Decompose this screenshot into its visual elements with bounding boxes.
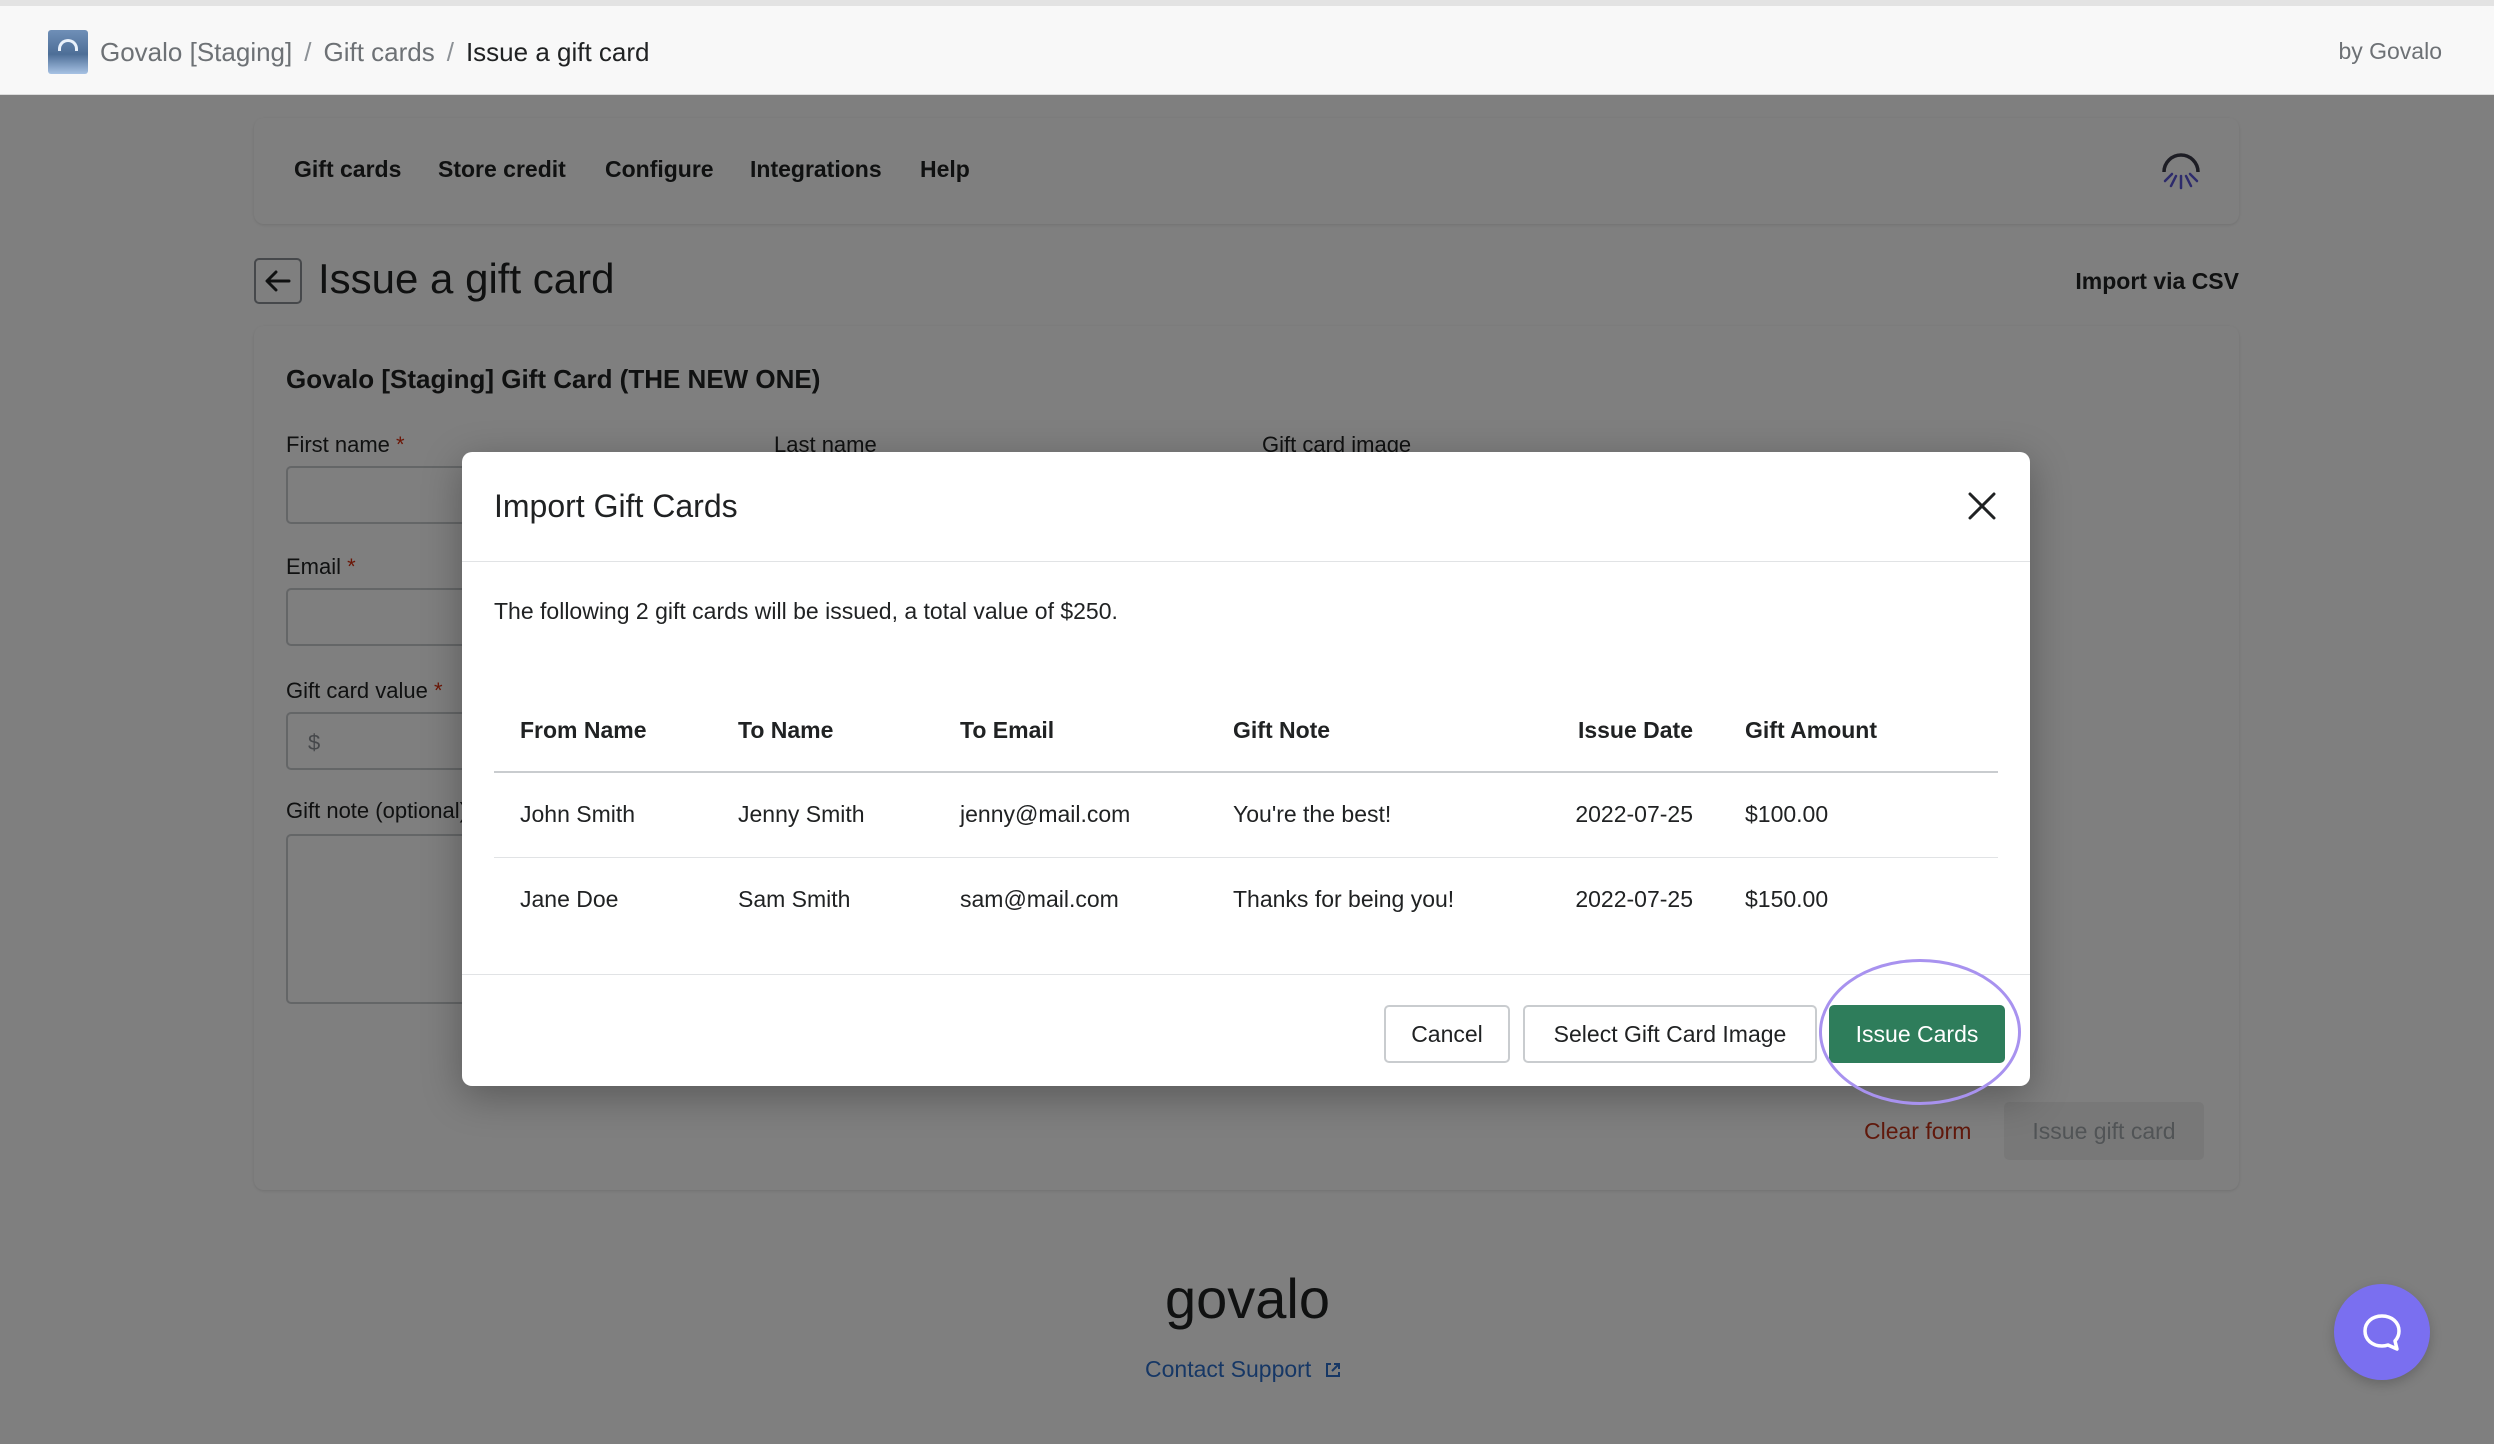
breadcrumb-separator: / — [304, 37, 312, 67]
close-button[interactable] — [1962, 486, 2002, 526]
modal-header: Import Gift Cards — [462, 452, 2030, 562]
cell-gift-note: Thanks for being you! — [1233, 886, 1455, 913]
app-logo-icon — [48, 30, 88, 74]
cell-to-email: sam@mail.com — [960, 886, 1119, 913]
breadcrumb-item-store[interactable]: Govalo [Staging] — [100, 37, 292, 67]
select-gift-card-image-button[interactable]: Select Gift Card Image — [1523, 1005, 1817, 1063]
cell-to-email: jenny@mail.com — [934, 772, 1207, 858]
breadcrumb-item-current: Issue a gift card — [465, 37, 650, 67]
cell-to-name: Jenny Smith — [712, 772, 934, 858]
modal-footer: Cancel Select Gift Card Image Issue Card… — [462, 959, 2030, 1105]
gift-cards-table: From Name To Name To Email Gift Note Iss… — [494, 690, 1998, 942]
cell-issue-date: 2022-07-25 — [1575, 886, 1693, 913]
chat-launcher-button[interactable] — [2334, 1284, 2430, 1380]
cell-gift-amount: $100.00 — [1719, 772, 1998, 858]
cancel-button[interactable]: Cancel — [1384, 1005, 1510, 1063]
column-header-issue-date: Issue Date — [1537, 690, 1719, 773]
table-row: John Smith Jenny Smith jenny@mail.com Yo… — [494, 772, 1998, 858]
cell-gift-amount: $150.00 — [1745, 886, 1829, 913]
cell-gift-note: You're the best! — [1207, 772, 1537, 858]
modal-title: Import Gift Cards — [494, 488, 738, 524]
chat-icon — [2363, 1314, 2401, 1351]
cell-to-name: Sam Smith — [738, 886, 851, 913]
cell-from-name: Jane Doe — [520, 886, 619, 913]
import-gift-cards-modal: Import Gift Cards The following 2 gift c… — [462, 452, 2030, 1105]
column-header-from-name: From Name — [494, 690, 712, 773]
column-header-gift-note: Gift Note — [1207, 690, 1537, 773]
column-header-to-name: To Name — [712, 690, 934, 773]
column-header-to-email: To Email — [934, 690, 1207, 773]
breadcrumb-separator: / — [446, 37, 454, 67]
cell-from-name: John Smith — [494, 772, 712, 858]
breadcrumb: Govalo [Staging] / Gift cards / Issue a gift… — [100, 32, 650, 72]
close-icon — [1968, 492, 1996, 520]
breadcrumb-item-gift-cards[interactable]: Gift cards — [323, 37, 434, 67]
top-bar: Govalo [Staging] / Gift cards / Issue a gift… — [0, 0, 2494, 95]
column-header-gift-amount: Gift Amount — [1719, 690, 1998, 773]
by-govalo-label: by Govalo — [2338, 38, 2442, 64]
table-header-row: From Name To Name To Email Gift Note Iss… — [494, 690, 1998, 773]
import-summary-text: The following 2 gift cards will be issue… — [494, 598, 1118, 624]
issue-cards-button[interactable]: Issue Cards — [1829, 1005, 2005, 1063]
table-row: Jane Doe Sam Smith sam@mail.com Thanks f… — [494, 857, 1998, 942]
cell-issue-date: 2022-07-25 — [1537, 772, 1719, 858]
